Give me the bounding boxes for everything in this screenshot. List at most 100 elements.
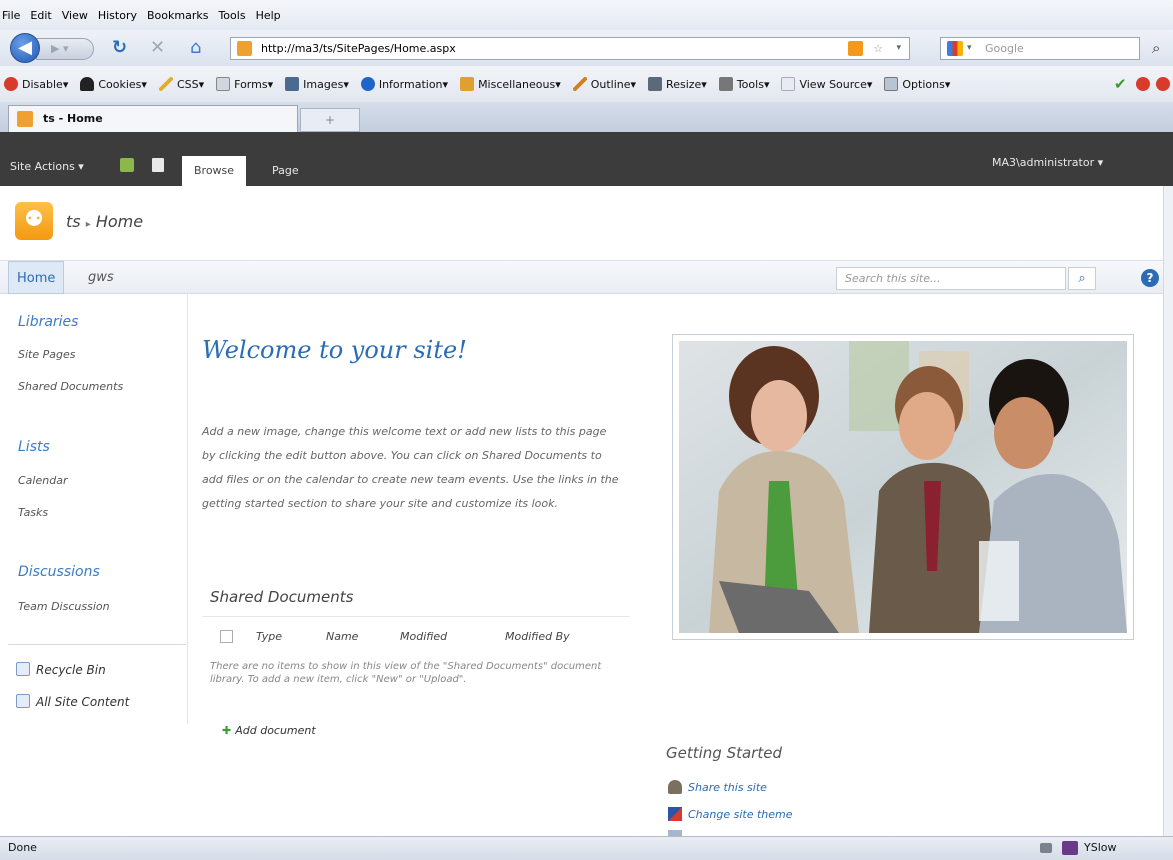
user-menu[interactable]: MA3\administrator ▾: [992, 156, 1103, 169]
stop-icon[interactable]: ✕: [150, 36, 165, 60]
add-icon: ✚: [222, 724, 232, 737]
validation-check-icon[interactable]: ✔: [1114, 75, 1127, 93]
toolbar-disable[interactable]: Disable ▾: [4, 77, 68, 91]
site-actions-menu[interactable]: Site Actions ▾: [10, 160, 84, 173]
forward-button[interactable]: ▶ ▾: [36, 38, 94, 60]
column-name[interactable]: Name: [326, 630, 358, 643]
ql-all-site-content[interactable]: All Site Content: [16, 694, 129, 709]
edit-page-icon[interactable]: [152, 158, 164, 172]
toolbar-images-label: Images: [303, 77, 344, 91]
url-dropdown-icon[interactable]: ▾: [896, 38, 901, 59]
ql-item-shared-documents[interactable]: Shared Documents: [18, 380, 123, 393]
toolbar-forms[interactable]: Forms ▾: [216, 77, 273, 91]
options-icon: [884, 77, 899, 91]
site-logo-icon[interactable]: ⚉: [15, 202, 53, 240]
ql-heading-libraries[interactable]: Libraries: [18, 314, 78, 330]
site-search-input[interactable]: Search this site...: [836, 267, 1066, 290]
ql-heading-lists[interactable]: Lists: [18, 439, 50, 455]
browser-menubar: File Edit View History Bookmarks Tools H…: [0, 0, 1173, 30]
menu-tools[interactable]: Tools: [218, 9, 245, 22]
site-search-button[interactable]: ⌕: [1068, 267, 1096, 290]
toolbar-tools-label: Tools: [736, 77, 764, 91]
toolbar-view-source[interactable]: View Source ▾: [781, 77, 872, 91]
add-document-link[interactable]: ✚ Add document: [222, 724, 316, 737]
miscellaneous-icon: [460, 77, 475, 91]
toolbar-disable-label: Disable: [22, 77, 63, 91]
images-icon: [285, 77, 300, 91]
site-actions-label: Site Actions: [10, 160, 75, 173]
status-text: Done: [8, 841, 37, 854]
shared-documents-title[interactable]: Shared Documents: [210, 588, 353, 606]
toolbar-tools[interactable]: Tools ▾: [718, 77, 769, 91]
menu-edit[interactable]: Edit: [30, 9, 51, 22]
ql-item-site-pages[interactable]: Site Pages: [18, 348, 75, 361]
new-tab-button[interactable]: +: [300, 108, 360, 132]
toolbar-images[interactable]: Images ▾: [285, 77, 349, 91]
nav-home[interactable]: Home: [8, 261, 65, 294]
yslow-icon[interactable]: [1062, 841, 1078, 855]
yslow-label[interactable]: YSlow: [1084, 837, 1116, 859]
menu-file[interactable]: File: [2, 9, 20, 22]
resize-icon: [648, 77, 663, 91]
select-all-checkbox[interactable]: [220, 630, 233, 643]
ql-item-team-discussion[interactable]: Team Discussion: [18, 600, 110, 613]
ql-heading-discussions[interactable]: Discussions: [18, 564, 100, 580]
web-developer-toolbar: Disable ▾ Cookies ▾ CSS ▾ Forms ▾ Images ▾ In…: [0, 66, 1173, 102]
tab-ts-home[interactable]: ts - Home: [8, 105, 298, 132]
tab-page[interactable]: Page: [260, 156, 311, 186]
toolbar-resize[interactable]: Resize ▾: [648, 77, 707, 91]
toolbar-miscellaneous[interactable]: Miscellaneous ▾: [460, 77, 561, 91]
nav-gws[interactable]: gws: [80, 261, 122, 294]
back-button[interactable]: ◀: [10, 33, 40, 63]
ql-item-tasks[interactable]: Tasks: [18, 506, 48, 519]
menu-history[interactable]: History: [98, 9, 137, 22]
error-icon[interactable]: [1136, 77, 1150, 91]
change-theme-link[interactable]: Change site theme: [668, 807, 793, 821]
help-icon[interactable]: ?: [1141, 269, 1159, 287]
url-text: http://ma3/ts/SitePages/Home.aspx: [261, 42, 456, 55]
browser-search-input[interactable]: ▾ Google: [940, 37, 1140, 60]
search-go-icon[interactable]: ⌕: [1152, 36, 1160, 60]
recycle-bin-icon: [16, 662, 30, 676]
column-modified[interactable]: Modified: [400, 630, 447, 643]
information-icon: [360, 77, 375, 91]
toolbar-css[interactable]: CSS ▾: [158, 77, 204, 91]
search-engine-icon[interactable]: [947, 41, 963, 56]
toolbar-cookies[interactable]: Cookies ▾: [80, 77, 147, 91]
css-icon: [158, 77, 173, 91]
menu-help[interactable]: Help: [256, 9, 281, 22]
tools-icon: [718, 77, 733, 91]
reload-icon[interactable]: ↻: [112, 36, 127, 60]
tab-browse[interactable]: Browse: [182, 156, 247, 186]
column-type[interactable]: Type: [256, 630, 282, 643]
tab-title: ts - Home: [43, 112, 103, 125]
page-scrollbar[interactable]: [1163, 186, 1173, 836]
change-theme-label: Change site theme: [688, 808, 793, 821]
welcome-image: [672, 334, 1134, 640]
toolbar-information[interactable]: Information ▾: [360, 77, 448, 91]
toolbar-css-label: CSS: [176, 77, 199, 91]
tab-favicon-icon: [17, 111, 33, 127]
toolbar-resize-label: Resize: [666, 77, 702, 91]
warning-icon[interactable]: [1156, 77, 1170, 91]
breadcrumb-site[interactable]: ts: [66, 212, 81, 231]
menu-view[interactable]: View: [62, 9, 88, 22]
navigate-up-icon[interactable]: [120, 158, 134, 172]
browser-search-placeholder: Google: [985, 42, 1024, 55]
ql-recycle-bin[interactable]: Recycle Bin: [16, 662, 106, 677]
ql-item-calendar[interactable]: Calendar: [18, 474, 67, 487]
column-modified-by[interactable]: Modified By: [505, 630, 570, 643]
breadcrumb-separator: ▸: [85, 219, 91, 230]
toolbar-outline[interactable]: Outline ▾: [572, 77, 636, 91]
search-engine-dropdown-icon[interactable]: ▾: [967, 38, 972, 59]
toolbar-cookies-label: Cookies: [98, 77, 142, 91]
home-icon[interactable]: ⌂: [190, 36, 201, 60]
share-site-link[interactable]: Share this site: [668, 780, 767, 794]
menu-bookmarks[interactable]: Bookmarks: [147, 9, 208, 22]
url-bar[interactable]: http://ma3/ts/SitePages/Home.aspx ☆ ▾: [230, 37, 910, 60]
rss-feed-icon[interactable]: [848, 41, 863, 56]
sharepoint-ribbon: Site Actions ▾ Browse Page MA3\administr…: [0, 132, 1173, 186]
plugin-icon[interactable]: [1040, 843, 1052, 853]
bookmark-star-icon[interactable]: ☆: [873, 38, 883, 59]
toolbar-options[interactable]: Options ▾: [884, 77, 950, 91]
